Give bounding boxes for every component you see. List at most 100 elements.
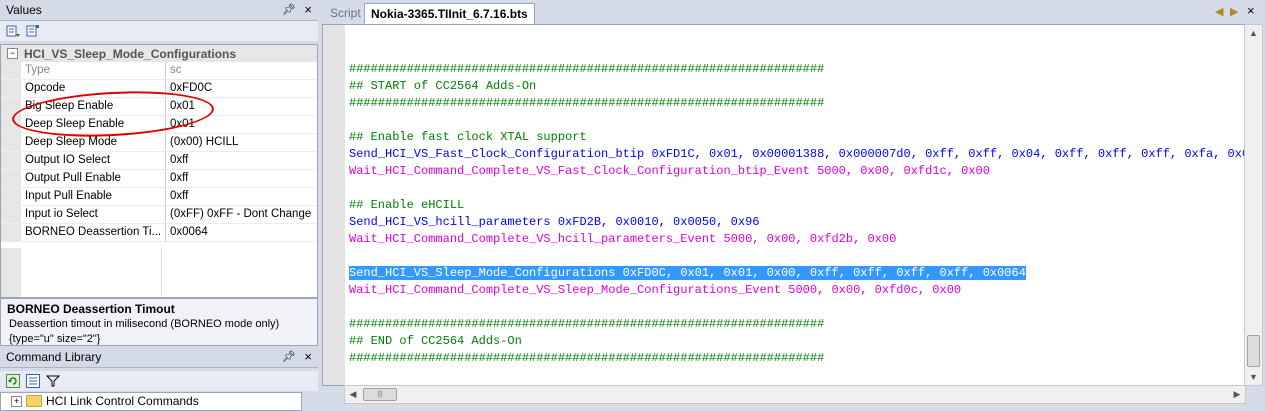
code-line[interactable] [349,44,1245,61]
code-text: Wait_HCI_Command_Complete_VS_Fast_Clock_… [349,164,990,178]
close-icon[interactable]: × [304,349,312,364]
horizontal-scrollbar[interactable]: ◀ ||| ▶ [344,385,1246,404]
property-name: Output Pull Enable [21,170,166,187]
scroll-down-icon[interactable]: ▼ [1245,369,1262,385]
close-icon[interactable]: × [304,2,312,17]
code-content[interactable]: ########################################… [349,44,1245,367]
code-text: ## START of CC2564 Adds-On [349,79,537,93]
property-name: BORNEO Deassertion Ti... [21,224,166,241]
code-line[interactable]: Send_HCI_VS_Sleep_Mode_Configurations 0x… [349,265,1245,282]
property-row[interactable]: Type sc [1,62,317,80]
property-value[interactable]: (0xFF) 0xFF - Dont Change [166,206,317,223]
description-title: BORNEO Deassertion Timout [7,302,175,316]
property-value[interactable]: (0x00) HCILL [166,134,317,151]
code-line[interactable] [349,248,1245,265]
property-grid: − HCI_VS_Sleep_Mode_Configurations Type s… [0,44,318,298]
left-pane: Values 📌︎ × − HCI_VS_Sleep_Mode_Configur… [0,0,318,411]
editor-pane: Script Nokia-3365.TIInit_6.7.16.bts ◀ ▶ … [322,0,1265,409]
tree-node[interactable]: + HCI Link Control Commands [1,393,301,409]
command-library-toolbar [0,371,318,391]
code-line[interactable]: ## Enable eHCILL [349,197,1245,214]
code-line[interactable]: Send_HCI_VS_Fast_Clock_Configuration_bti… [349,146,1245,163]
category-label: HCI_VS_Sleep_Mode_Configurations [24,46,237,61]
code-line[interactable]: ## START of CC2564 Adds-On [349,78,1245,95]
code-line[interactable] [349,299,1245,316]
code-text: Wait_HCI_Command_Complete_VS_hcill_param… [349,232,897,246]
code-text: ## END of CC2564 Adds-On [349,334,522,348]
property-value[interactable]: 0x0064 [166,224,317,241]
property-value[interactable]: 0xff [166,170,317,187]
property-name: Input io Select [21,206,166,223]
property-row[interactable]: Output IO Select 0xff [1,152,317,170]
code-line[interactable]: ## END of CC2564 Adds-On [349,333,1245,350]
code-text: ## Enable fast clock XTAL support [349,130,587,144]
code-line[interactable]: Wait_HCI_Command_Complete_VS_Fast_Clock_… [349,163,1245,180]
row-gutter [1,188,21,205]
description-pane: BORNEO Deassertion Timout Deassertion ti… [0,298,318,346]
scroll-tabs-right-icon[interactable]: ▶ [1230,5,1238,18]
row-gutter [1,62,21,79]
code-line[interactable]: Wait_HCI_Command_Complete_VS_hcill_param… [349,231,1245,248]
property-row[interactable]: Deep Sleep Mode (0x00) HCILL [1,134,317,152]
code-text: Wait_HCI_Command_Complete_VS_Sleep_Mode_… [349,283,962,297]
command-library-tree: + HCI Link Control Commands [0,392,302,411]
code-line[interactable]: ########################################… [349,350,1245,367]
scroll-left-icon[interactable]: ◀ [345,386,361,403]
command-library-header: Command Library 📌︎ × [0,347,318,368]
expand-icon[interactable]: + [11,395,22,407]
code-line[interactable]: ########################################… [349,61,1245,78]
scroll-right-icon[interactable]: ▶ [1229,386,1245,403]
pin-icon[interactable]: 📌︎ [282,3,296,16]
row-gutter [1,152,21,169]
property-row[interactable]: Input io Select (0xFF) 0xFF - Dont Change [1,206,317,224]
code-line[interactable] [349,112,1245,129]
code-editor[interactable]: ########################################… [322,24,1246,386]
values-toolbar [0,21,318,41]
code-text: ########################################… [349,96,825,110]
scroll-tabs-left-icon[interactable]: ◀ [1215,5,1223,18]
tab-bar: Script Nokia-3365.TIInit_6.7.16.bts ◀ ▶ … [322,0,1265,25]
filter-icon[interactable] [46,374,60,388]
values-panel-title: Values [6,3,42,17]
vertical-scrollbar[interactable]: ▲ ▼ [1244,24,1263,386]
property-value[interactable]: sc [166,62,317,79]
code-line[interactable] [349,180,1245,197]
sort-icon[interactable] [6,24,20,38]
property-pages-icon[interactable] [26,24,40,38]
command-library-title: Command Library [6,350,102,364]
property-row[interactable]: BORNEO Deassertion Ti... 0x0064 [1,224,317,242]
values-panel-header: Values 📌︎ × [0,0,318,21]
code-line[interactable]: ########################################… [349,95,1245,112]
row-gutter [1,80,21,97]
pin-icon[interactable]: 📌︎ [282,350,296,363]
property-value[interactable]: 0xff [166,188,317,205]
property-value[interactable]: 0xFD0C [166,80,317,97]
code-line[interactable]: ########################################… [349,316,1245,333]
description-extra: {type="u" size="2"} [9,333,101,345]
scroll-up-icon[interactable]: ▲ [1245,25,1262,41]
tab-script[interactable]: Script [324,3,367,24]
vertical-scroll-thumb[interactable] [1247,335,1260,367]
property-name: Output IO Select [21,152,166,169]
row-gutter [1,206,21,223]
code-line[interactable]: Wait_HCI_Command_Complete_VS_Sleep_Mode_… [349,282,1245,299]
list-icon[interactable] [26,374,40,388]
refresh-icon[interactable] [6,374,20,388]
property-row[interactable]: Output Pull Enable 0xff [1,170,317,188]
property-name: Input Pull Enable [21,188,166,205]
code-text: ########################################… [349,317,825,331]
property-row[interactable]: Input Pull Enable 0xff [1,188,317,206]
property-name: Type [21,62,166,79]
property-value[interactable]: 0xff [166,152,317,169]
code-line[interactable]: ## Enable fast clock XTAL support [349,129,1245,146]
close-tab-icon[interactable]: × [1247,3,1255,18]
folder-icon [26,395,42,407]
property-category[interactable]: − HCI_VS_Sleep_Mode_Configurations [1,45,317,62]
selected-code-text: Send_HCI_VS_Sleep_Mode_Configurations 0x… [349,266,1026,280]
tab-file[interactable]: Nokia-3365.TIInit_6.7.16.bts [364,3,535,25]
row-gutter [1,134,21,151]
code-line[interactable]: Send_HCI_VS_hcill_parameters 0xFD2B, 0x0… [349,214,1245,231]
horizontal-scroll-thumb[interactable]: ||| [363,388,397,401]
description-text: Deassertion timout in milisecond (BORNEO… [9,318,280,330]
collapse-icon[interactable]: − [7,48,18,59]
